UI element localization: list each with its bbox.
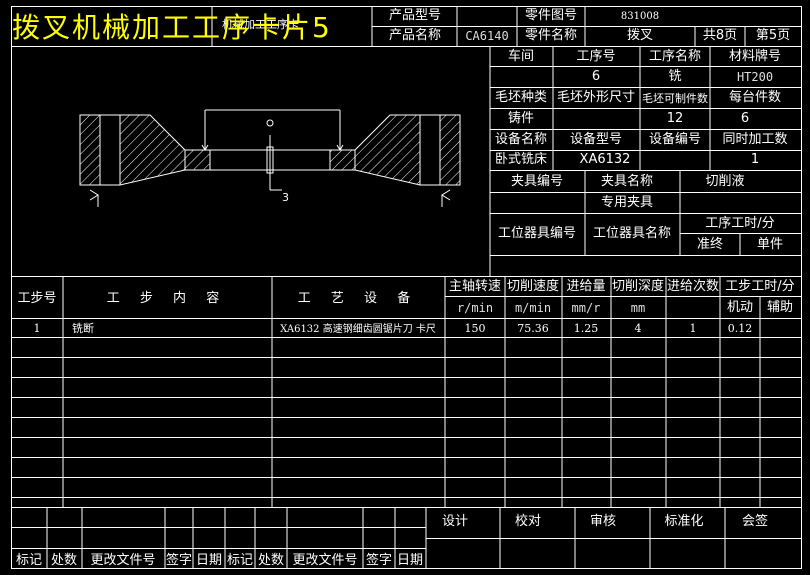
op-name-value: 铣: [668, 69, 682, 84]
spindle-unit: r/min: [456, 301, 494, 315]
footer-date-1: 日期: [195, 553, 223, 568]
footer-count-2: 处数: [257, 553, 285, 568]
simul-value: 1: [750, 152, 760, 167]
product-name-label: 产品名称: [388, 28, 442, 43]
row-feed: 1.25: [573, 322, 599, 335]
check-label: 校对: [514, 514, 542, 529]
equip-model-value: XA6132: [579, 152, 631, 167]
material-value: HT200: [736, 70, 774, 84]
row-equipment: XA6132 高速钢细齿圆锯片刀 卡尺: [280, 324, 436, 335]
footer-mark-2: 标记: [226, 553, 254, 568]
workshop-label: 车间: [507, 49, 535, 64]
station-tool-no-label: 工位器具编号: [497, 226, 577, 241]
coolant-label: 切削液: [705, 174, 745, 189]
row-depth: 4: [634, 322, 642, 335]
op-no-label: 工序号: [576, 49, 616, 64]
footer-sign-2: 签字: [365, 553, 393, 568]
drawing-dimension-label: 3: [282, 191, 289, 204]
footer-change-doc-2: 更改文件号: [292, 553, 358, 568]
equipment-header: 工 艺 设 备: [297, 291, 419, 306]
cut-speed-header: 切削速度: [506, 279, 560, 294]
cut-speed-unit: m/min: [514, 301, 552, 315]
footer-change-doc-1: 更改文件号: [90, 553, 156, 568]
row-content: 铣断: [72, 322, 94, 335]
depth-unit: mm: [630, 301, 646, 315]
aux-time-header: 辅助: [766, 300, 794, 315]
blank-size-label: 毛坯外形尺寸: [556, 90, 636, 105]
step-content-header: 工 步 内 容: [106, 291, 228, 306]
prep-label: 准终: [696, 237, 724, 252]
unit-label: 单件: [756, 237, 784, 252]
total-pages: 共8页: [702, 28, 738, 43]
equip-name-label: 设备名称: [494, 132, 548, 147]
step-no-header: 工步号: [17, 291, 57, 306]
footer-date-2: 日期: [396, 553, 424, 568]
op-name-label: 工序名称: [648, 49, 702, 64]
standard-label: 标准化: [664, 514, 704, 529]
process-card-sheet: 3 机械加工工序卡 产品型号 产品名称 CA6140 零件图号 831008 零…: [0, 0, 810, 575]
fixture-name-value: 专用夹具: [600, 195, 654, 210]
op-no-value: 6: [591, 69, 601, 84]
spindle-header: 主轴转速: [448, 279, 502, 294]
part-name-label: 零件名称: [524, 28, 578, 43]
row-step-no: 1: [33, 322, 41, 335]
row-cut-speed: 75.36: [517, 322, 549, 335]
machine-time-header: 机动: [726, 300, 754, 315]
blank-type-value: 铸件: [507, 111, 535, 126]
passes-header: 进给次数: [666, 279, 720, 294]
row-machine-time: 0.12: [727, 322, 753, 335]
pieces-per-blank-value: 12: [666, 111, 684, 126]
equip-no-label: 设备编号: [648, 132, 702, 147]
page-number: 第5页: [755, 28, 791, 43]
op-time-label: 工序工时/分: [705, 216, 775, 231]
countersign-label: 会签: [741, 514, 769, 529]
pieces-per-unit-label: 每台件数: [728, 90, 782, 105]
overlay-title: 拨叉机械加工工序卡片5: [12, 11, 332, 44]
part-drawing: [79, 109, 461, 207]
part-name-value: 拨叉: [626, 28, 654, 43]
footer-mark-1: 标记: [15, 553, 43, 568]
part-no-value: 831008: [620, 11, 660, 22]
pieces-per-unit-value: 6: [740, 111, 750, 126]
station-tool-name-label: 工位器具名称: [592, 226, 672, 241]
fixture-no-label: 夹具编号: [510, 174, 564, 189]
design-label: 设计: [441, 514, 469, 529]
footer-count-1: 处数: [50, 553, 78, 568]
fixture-name-label: 夹具名称: [600, 174, 654, 189]
feed-unit: mm/r: [571, 301, 601, 315]
simul-label: 同时加工数: [722, 132, 788, 147]
blank-type-label: 毛坯种类: [494, 90, 548, 105]
row-spindle: 150: [464, 322, 486, 335]
row-passes: 1: [689, 322, 697, 335]
review-label: 审核: [589, 514, 617, 529]
footer-sign-1: 签字: [165, 553, 193, 568]
product-model-label: 产品型号: [388, 8, 442, 23]
equip-model-label: 设备型号: [569, 132, 623, 147]
step-time-header: 工步工时/分: [725, 279, 795, 294]
pieces-per-blank-label: 毛坯可制件数: [642, 92, 708, 105]
product-name-value: CA6140: [465, 29, 509, 43]
feed-header: 进给量: [566, 279, 606, 294]
part-no-label: 零件图号: [524, 8, 578, 23]
material-label: 材料牌号: [728, 49, 782, 64]
depth-header: 切削深度: [611, 279, 665, 294]
equip-name-value: 卧式铣床: [494, 152, 548, 167]
